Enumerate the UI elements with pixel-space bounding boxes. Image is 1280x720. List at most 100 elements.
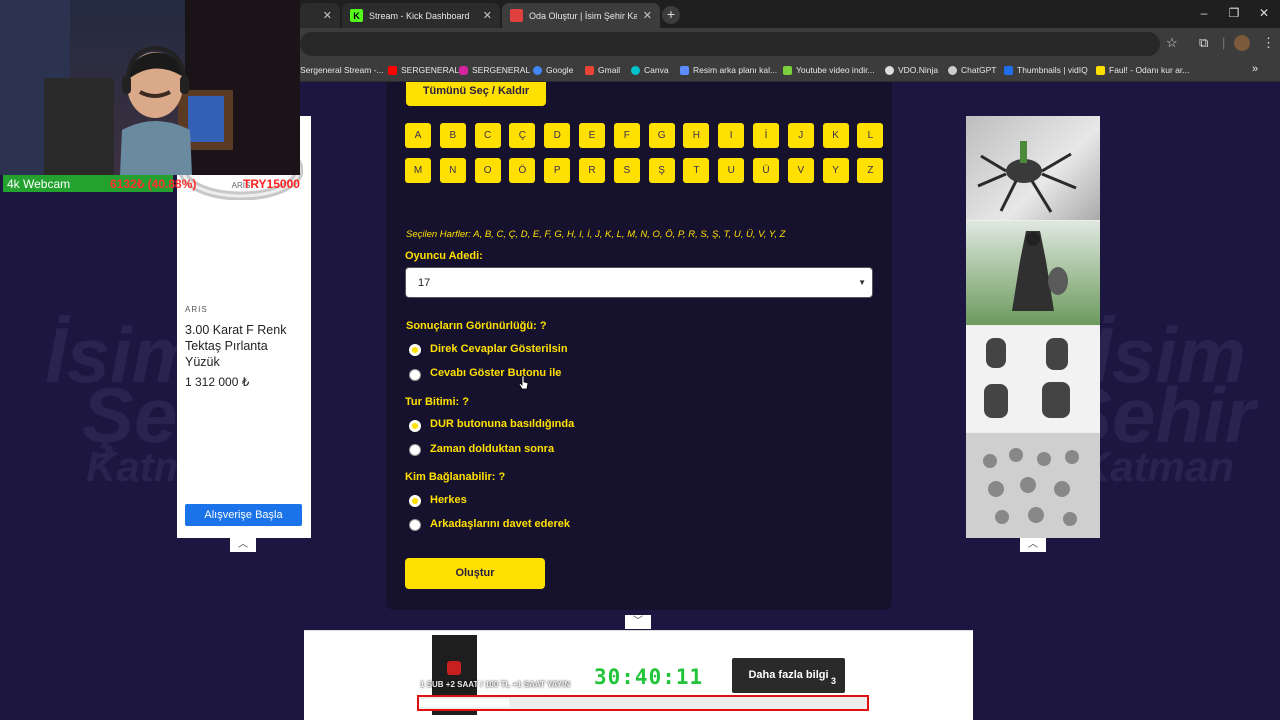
letter-button[interactable]: J <box>787 123 814 148</box>
letter-button[interactable]: D <box>544 123 571 148</box>
tab-kick-dashboard[interactable]: K Stream - Kick Dashboard ✕ <box>342 3 500 28</box>
spider-figure-icon <box>977 141 1077 213</box>
figurines-icon <box>984 338 1070 418</box>
chevron-up-icon[interactable]: ︿ <box>1020 538 1046 552</box>
player-count-select[interactable]: 17 ▼ <box>405 267 873 298</box>
chevron-down-icon[interactable]: ﹀ <box>625 615 651 629</box>
bookmark-label: VDO.Ninja <box>898 65 939 75</box>
webcam-stats: 6132₺ (40.88%) <box>110 177 197 191</box>
knight-figure-icon <box>1012 231 1068 311</box>
close-icon[interactable]: ✕ <box>323 9 332 22</box>
google-icon <box>533 65 542 75</box>
letter-button[interactable]: V <box>787 158 814 183</box>
letter-button[interactable]: H <box>683 123 710 148</box>
radio-show-answer-button[interactable] <box>409 369 421 381</box>
bookmark-label: ChatGPT <box>961 65 997 75</box>
minimize-icon[interactable]: – <box>1194 6 1214 20</box>
maximize-icon[interactable]: ❐ <box>1224 6 1244 20</box>
tab-webcam-covered[interactable]: ✕ <box>300 3 340 28</box>
bookmark-item[interactable]: Canva <box>631 65 669 75</box>
bookmark-item[interactable]: ChatGPT <box>948 65 996 75</box>
bookmark-item[interactable]: Resim arka planı kal... <box>680 65 777 75</box>
window-close-icon[interactable]: ✕ <box>1254 6 1274 20</box>
room-form-panel: Tümünü Seç / Kaldır ABCÇDEFGHIİJKL MNOÖPR… <box>386 82 892 610</box>
letter-button[interactable]: U <box>718 158 745 183</box>
subscribe-icon <box>447 661 461 675</box>
letter-button[interactable]: G <box>648 123 675 148</box>
vidiq-icon <box>1004 65 1013 75</box>
bookmark-item[interactable]: Google <box>533 65 573 75</box>
divider: | <box>1222 35 1226 50</box>
radio-stop-button[interactable] <box>409 420 421 432</box>
bookmark-item[interactable]: Gmail <box>585 65 620 75</box>
chevron-up-icon[interactable]: ︿ <box>230 538 256 552</box>
letter-button[interactable]: A <box>405 123 431 148</box>
bookmark-item[interactable]: SERGENERAL <box>459 65 530 75</box>
more-menu-icon[interactable]: ⋮ <box>1262 35 1275 51</box>
letter-button[interactable]: I <box>718 123 745 148</box>
ad-right[interactable] <box>966 116 1100 538</box>
close-icon[interactable]: ✕ <box>483 9 492 22</box>
bookmark-item[interactable]: SERGENERAL <box>388 65 459 75</box>
extensions-icon[interactable]: ⧉ <box>1199 35 1208 51</box>
profile-avatar[interactable] <box>1234 35 1250 51</box>
close-icon[interactable]: ✕ <box>643 9 652 22</box>
radio-label: Direk Cevaplar Gösterilsin <box>430 343 568 355</box>
who-can-join-label: Kim Bağlanabilir: ? <box>405 471 506 483</box>
letter-button[interactable]: E <box>579 123 605 148</box>
info-badge: 3 <box>830 676 836 686</box>
letter-button[interactable]: Z <box>857 158 884 183</box>
letter-button[interactable]: Y <box>822 158 849 183</box>
radio-everyone[interactable] <box>409 495 421 507</box>
letter-button[interactable]: O <box>474 158 501 183</box>
letter-button[interactable]: T <box>683 158 710 183</box>
more-info-button[interactable]: Daha fazla bilgi 3 <box>732 658 845 693</box>
letter-button[interactable]: N <box>439 158 466 183</box>
bookmark-item[interactable]: VDO.Ninja <box>885 65 938 75</box>
webcam-price: TRY15000 <box>243 177 300 191</box>
letter-button[interactable]: Ç <box>509 123 536 148</box>
letter-button[interactable]: Ş <box>648 158 675 183</box>
select-all-button[interactable]: Tümünü Seç / Kaldır <box>406 82 546 106</box>
progress-fill <box>419 699 509 707</box>
stream-timer: 30:40:11 <box>594 665 704 689</box>
radio-invite-friends[interactable] <box>409 519 421 531</box>
letter-button[interactable]: F <box>613 123 640 148</box>
letter-button[interactable]: L <box>857 123 884 148</box>
chatgpt-icon <box>948 65 957 75</box>
remove-bg-icon <box>680 65 689 75</box>
address-bar[interactable] <box>300 32 1160 56</box>
bookmark-label: Gmail <box>598 65 621 75</box>
radio-label: Herkes <box>430 494 467 506</box>
bookmark-item[interactable]: Sergeneral Stream -... <box>300 65 384 75</box>
ad-cta-button[interactable]: Alışverişe Başla <box>185 504 302 526</box>
letter-button[interactable]: İ <box>753 123 779 148</box>
more-info-label: Daha fazla bilgi <box>748 669 829 681</box>
webcam-overlay <box>0 0 300 175</box>
bookmark-item[interactable]: Youtube video indir... <box>783 65 875 75</box>
letter-button[interactable]: S <box>613 158 640 183</box>
more-bookmarks-icon[interactable]: » <box>1252 63 1258 75</box>
radio-time-up[interactable] <box>409 444 421 456</box>
letter-button[interactable]: R <box>579 158 605 183</box>
radio-direct-answers[interactable] <box>409 344 421 356</box>
letter-button[interactable]: Ü <box>753 158 779 183</box>
radio-label: DUR butonuna basıldığında <box>430 418 575 430</box>
letter-button[interactable]: K <box>822 123 849 148</box>
letter-button[interactable]: M <box>405 158 431 183</box>
radio-label: Cevabı Göster Butonu ile <box>430 367 562 379</box>
create-room-button[interactable]: Oluştur <box>405 558 545 589</box>
new-tab-button[interactable]: + <box>662 6 680 24</box>
bookmark-label: Thumbnails | vidIQ <box>1017 65 1088 75</box>
vdo-ninja-icon <box>885 65 894 75</box>
bookmark-label: Google <box>546 65 574 75</box>
chevron-down-icon: ▼ <box>858 278 866 287</box>
letter-button[interactable]: C <box>474 123 501 148</box>
tab-oda-olustur[interactable]: Oda Oluştur | İsim Şehir Katman ✕ <box>502 3 660 28</box>
bookmark-item[interactable]: Faul! - Odanı kur ar... <box>1096 65 1189 75</box>
letter-button[interactable]: B <box>439 123 466 148</box>
bookmark-item[interactable]: Thumbnails | vidIQ <box>1004 65 1088 75</box>
letter-button[interactable]: Ö <box>509 158 536 183</box>
letter-button[interactable]: P <box>544 158 571 183</box>
bookmark-star-icon[interactable]: ☆ <box>1166 35 1178 51</box>
